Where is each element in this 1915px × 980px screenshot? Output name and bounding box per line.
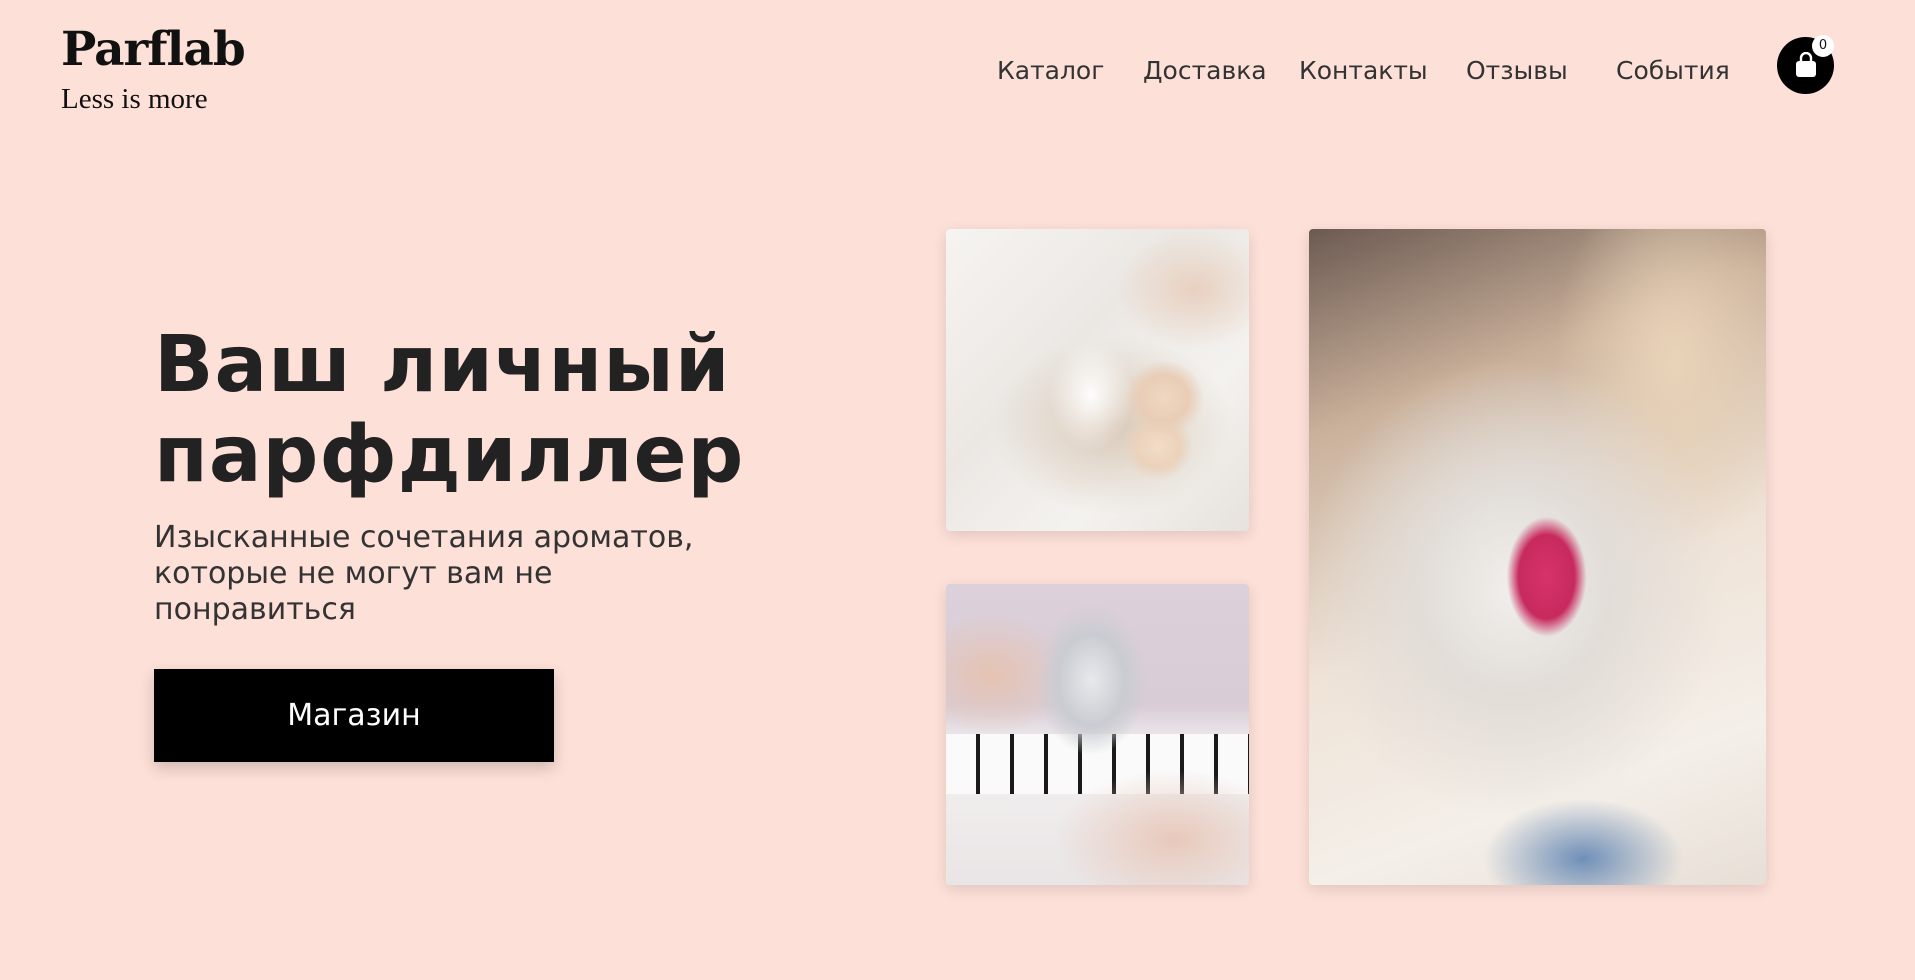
hero-subtitle: Изысканные сочетания ароматов, которые н… xyxy=(154,520,714,628)
photo-perfume-on-tray xyxy=(946,229,1249,531)
nav-item-contacts[interactable]: Контакты xyxy=(1299,53,1428,89)
hero-subtitle-line-1: Изысканные сочетания ароматов, xyxy=(154,520,694,555)
photo-perfume-on-piano xyxy=(946,584,1249,885)
nav-item-reviews[interactable]: Отзывы xyxy=(1466,53,1568,89)
hero-title: Ваш личный парфдиллер xyxy=(154,320,744,500)
nav-item-events[interactable]: События xyxy=(1616,53,1730,89)
hero-subtitle-line-3: понравиться xyxy=(154,592,356,627)
cart-button[interactable]: 0 xyxy=(1777,35,1834,94)
site-header: Parflab Less is more Каталог Доставка Ко… xyxy=(0,0,1915,140)
cart-count-badge: 0 xyxy=(1812,35,1834,57)
hero-title-line-1: Ваш личный xyxy=(154,320,731,410)
nav-item-catalog[interactable]: Каталог xyxy=(997,53,1104,89)
photo-perfume-with-flowers xyxy=(1309,229,1766,885)
hero-title-line-2: парфдиллер xyxy=(154,410,745,500)
shop-button[interactable]: Магазин xyxy=(154,669,554,762)
hero-subtitle-line-2: которые не могут вам не xyxy=(154,556,553,591)
nav-item-delivery[interactable]: Доставка xyxy=(1143,53,1267,89)
main-nav: Каталог Доставка Контакты Отзывы События xyxy=(0,53,1915,89)
shopping-bag-icon xyxy=(1796,52,1816,77)
